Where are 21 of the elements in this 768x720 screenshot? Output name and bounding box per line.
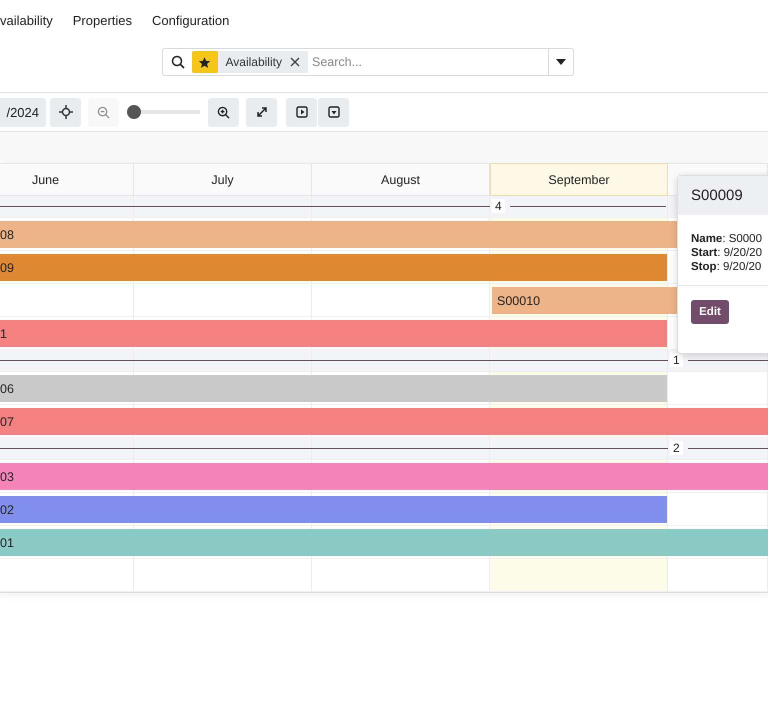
bar-label: 09 bbox=[0, 260, 14, 274]
popover-field: Name: S0000 bbox=[691, 233, 768, 245]
bar-label: 03 bbox=[0, 470, 14, 484]
group-count: 1 bbox=[670, 353, 683, 367]
month-header: August bbox=[312, 163, 490, 196]
month-header: September bbox=[490, 163, 668, 196]
popover-field: Stop: 9/20/20 bbox=[691, 261, 768, 273]
facet-label: Availability bbox=[224, 55, 283, 69]
bar-label: 1 bbox=[0, 326, 7, 340]
bar-label: 01 bbox=[0, 536, 14, 550]
group-count: 4 bbox=[492, 199, 505, 213]
group-count: 2 bbox=[670, 441, 683, 455]
bar-label: S00010 bbox=[497, 294, 540, 308]
month-header: July bbox=[134, 163, 312, 196]
bar-label: 06 bbox=[0, 382, 14, 396]
month-header: June bbox=[0, 163, 134, 196]
bar-label: 07 bbox=[0, 414, 14, 428]
bar-label: 02 bbox=[0, 502, 14, 516]
popover-title: S00009 bbox=[691, 187, 743, 204]
popover-field: Start: 9/20/20 bbox=[691, 247, 768, 259]
bar-label: 08 bbox=[0, 228, 14, 242]
